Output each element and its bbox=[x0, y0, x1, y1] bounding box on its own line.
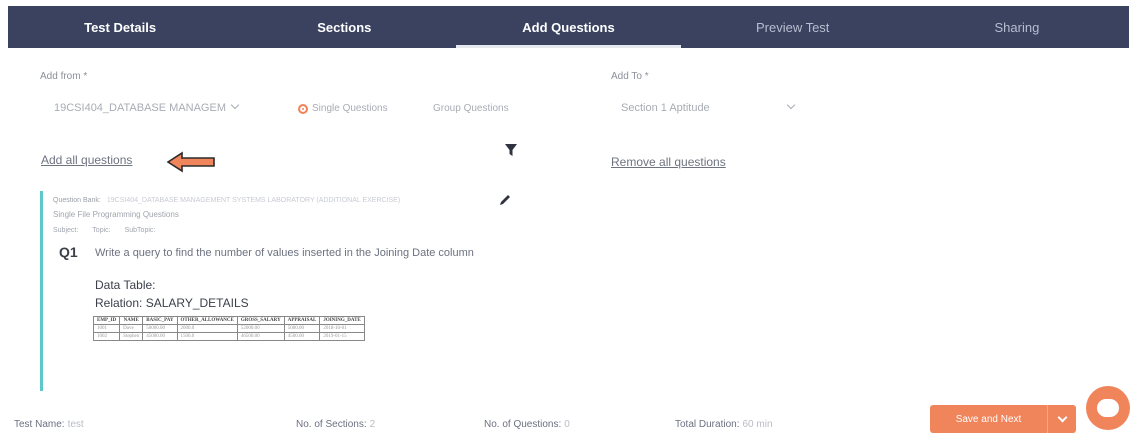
tab-sections[interactable]: Sections bbox=[232, 6, 456, 48]
arrow-left-icon bbox=[166, 151, 215, 173]
table-cell: Dave bbox=[119, 324, 144, 333]
table-cell: 46500.00 bbox=[236, 332, 285, 341]
add-to-label: Add To * bbox=[611, 71, 649, 82]
radio-selected-icon bbox=[298, 103, 308, 114]
question-bank-info: Question Bank: 19CSI404_DATABASE MANAGEME… bbox=[53, 197, 510, 204]
table-header: EMP_ID bbox=[92, 316, 121, 325]
radio-group-questions[interactable]: Group Questions bbox=[433, 103, 509, 114]
save-options-dropdown[interactable] bbox=[1048, 412, 1076, 422]
table-cell: 2000.0 bbox=[176, 324, 238, 333]
radio-single-questions[interactable]: Single Questions bbox=[298, 103, 388, 114]
sections-count-value: 2 bbox=[369, 419, 376, 430]
table-cell: 5000.00 bbox=[283, 324, 321, 333]
tab-test-details[interactable]: Test Details bbox=[8, 6, 232, 48]
footer-duration: Total Duration: 60 min bbox=[675, 419, 773, 430]
section-select[interactable]: Section 1 Aptitude bbox=[621, 100, 795, 114]
table-cell: 45000.00 bbox=[142, 332, 178, 341]
section-select-value: Section 1 Aptitude bbox=[621, 102, 710, 114]
save-and-next-button[interactable]: Save and Next bbox=[930, 405, 1076, 433]
table-header-row: EMP_ID NAME BASIC_PAY OTHER_ALLOWANCE GR… bbox=[92, 316, 365, 325]
table-cell: 2019-01-15 bbox=[319, 332, 365, 341]
question-type: Single File Programming Questions bbox=[53, 210, 179, 219]
table-header: APPRAISAL bbox=[283, 316, 321, 325]
table-cell: 52000.00 bbox=[236, 324, 285, 333]
remove-all-questions-link[interactable]: Remove all questions bbox=[611, 155, 726, 169]
duration-value: 60 min bbox=[742, 419, 773, 430]
tab-preview-test[interactable]: Preview Test bbox=[681, 6, 905, 48]
subject-label: Subject: bbox=[53, 227, 79, 234]
sections-count-label: No. of Sections: bbox=[296, 419, 367, 430]
tab-sharing[interactable]: Sharing bbox=[905, 6, 1129, 48]
test-name-label: Test Name: bbox=[14, 419, 65, 430]
question-bank-value: 19CSI404_DATABASE MANAGEMENT SYSTEMS LAB… bbox=[106, 197, 401, 204]
footer-sections: No. of Sections: 2 bbox=[296, 419, 375, 430]
radio-single-label: Single Questions bbox=[312, 103, 388, 114]
question-bank-select-value: 19CSI404_DATABASE MANAGEM bbox=[54, 102, 226, 114]
wizard-tabs: Test Details Sections Add Questions Prev… bbox=[8, 6, 1129, 48]
question-number: Q1 bbox=[59, 244, 78, 260]
add-from-label: Add from * bbox=[40, 71, 88, 82]
table-cell: 50000.00 bbox=[142, 324, 178, 333]
add-all-questions-link[interactable]: Add all questions bbox=[41, 153, 132, 167]
question-meta: Subject: Topic: SubTopic: bbox=[53, 227, 510, 234]
chevron-down-icon bbox=[230, 100, 240, 110]
footer-test-name: Test Name: test bbox=[14, 419, 84, 430]
data-table: EMP_ID NAME BASIC_PAY OTHER_ALLOWANCE GR… bbox=[92, 316, 365, 341]
table-cell: 2018-10-01 bbox=[319, 324, 365, 333]
question-bank-label: Question Bank: bbox=[53, 197, 101, 204]
test-name-value: test bbox=[67, 419, 84, 430]
relation-name: Relation: SALARY_DETAILS bbox=[95, 296, 249, 310]
save-and-next-label: Save and Next bbox=[955, 413, 1022, 425]
data-table-title: Data Table: bbox=[95, 278, 156, 292]
chevron-down-icon bbox=[786, 100, 795, 110]
footer-questions: No. of Questions: 0 bbox=[484, 419, 570, 430]
table-row: 1001 Dave 50000.00 2000.0 52000.00 5000.… bbox=[92, 324, 365, 333]
edit-pencil-icon[interactable] bbox=[498, 193, 512, 207]
table-header: OTHER_ALLOWANCE bbox=[176, 316, 238, 325]
radio-group-label: Group Questions bbox=[433, 103, 509, 114]
filter-icon[interactable] bbox=[504, 143, 518, 157]
question-card[interactable]: Question Bank: 19CSI404_DATABASE MANAGEME… bbox=[40, 191, 510, 391]
chat-button[interactable] bbox=[1086, 386, 1130, 430]
topic-label: Topic: bbox=[92, 227, 111, 234]
table-cell: 1001 bbox=[92, 324, 121, 333]
table-cell: 4500.00 bbox=[283, 332, 321, 341]
table-row: 1002 Stephen 45000.00 1500.0 46500.00 45… bbox=[92, 332, 365, 341]
table-header: NAME bbox=[119, 316, 144, 325]
chevron-down-icon bbox=[1057, 412, 1067, 422]
duration-label: Total Duration: bbox=[675, 419, 740, 430]
table-cell: Stephen bbox=[119, 332, 144, 341]
table-header: GROSS_SALARY bbox=[236, 316, 285, 325]
table-cell: 1500.0 bbox=[176, 332, 238, 341]
chat-bubble-icon bbox=[1097, 399, 1119, 417]
tab-add-questions[interactable]: Add Questions bbox=[456, 6, 681, 48]
question-text: Write a query to find the number of valu… bbox=[95, 247, 474, 259]
table-cell: 1002 bbox=[92, 332, 121, 341]
table-header: BASIC_PAY bbox=[142, 316, 178, 325]
subtopic-label: SubTopic: bbox=[124, 227, 156, 234]
table-header: JOINING_DATE bbox=[319, 316, 365, 325]
question-bank-select[interactable]: 19CSI404_DATABASE MANAGEM bbox=[54, 100, 240, 114]
questions-count-label: No. of Questions: bbox=[484, 419, 562, 430]
questions-count-value: 0 bbox=[564, 419, 570, 430]
